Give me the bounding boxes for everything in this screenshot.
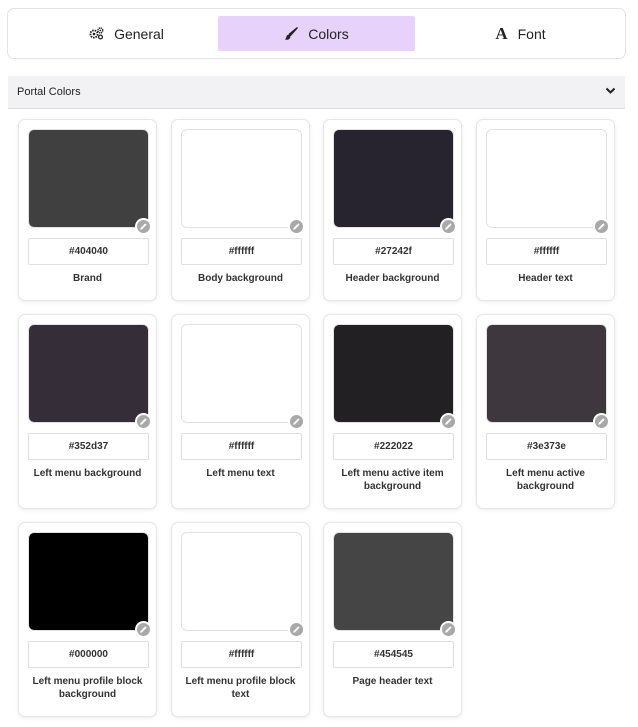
color-label: Left menu background	[33, 468, 142, 479]
pencil-icon[interactable]	[288, 413, 305, 430]
color-label: Page header text	[352, 676, 433, 687]
color-swatch[interactable]	[181, 129, 302, 228]
color-swatch[interactable]	[28, 324, 149, 423]
hex-input[interactable]	[486, 433, 607, 460]
color-card: Header background	[323, 119, 462, 301]
color-card: Left menu profile block text	[171, 522, 310, 717]
color-label: Left menu active item background	[341, 468, 444, 492]
color-swatch[interactable]	[181, 324, 302, 423]
color-swatch[interactable]	[28, 532, 149, 631]
tab-general[interactable]: General	[28, 16, 225, 51]
hex-input[interactable]	[28, 433, 149, 460]
color-label: Header text	[518, 273, 573, 284]
hex-input[interactable]	[333, 641, 454, 668]
color-swatch[interactable]	[181, 532, 302, 631]
portal-colors-section-header[interactable]: Portal Colors	[8, 76, 625, 109]
color-label: Body background	[197, 273, 283, 284]
tab-general-label: General	[114, 25, 164, 42]
color-card: Left menu active item background	[323, 314, 462, 509]
color-swatch[interactable]	[28, 129, 149, 228]
color-label: Left menu profile block text	[185, 676, 296, 700]
font-icon: A	[495, 23, 508, 43]
color-swatch[interactable]	[333, 324, 454, 423]
pencil-icon[interactable]	[440, 413, 457, 430]
color-card: Left menu background	[18, 314, 157, 509]
paintbrush-icon	[284, 26, 299, 41]
color-swatch[interactable]	[333, 129, 454, 228]
tab-colors-label: Colors	[308, 25, 349, 42]
pencil-icon[interactable]	[593, 413, 610, 430]
hex-input[interactable]	[181, 238, 302, 265]
hex-input[interactable]	[333, 238, 454, 265]
hex-input[interactable]	[181, 433, 302, 460]
color-card: Brand	[18, 119, 157, 301]
section-title: Portal Colors	[17, 86, 81, 98]
tab-font[interactable]: A Font	[422, 16, 619, 51]
hex-input[interactable]	[486, 238, 607, 265]
hex-input[interactable]	[333, 433, 454, 460]
pencil-icon[interactable]	[135, 218, 152, 235]
hex-input[interactable]	[28, 641, 149, 668]
color-card: Page header text	[323, 522, 462, 717]
color-swatch[interactable]	[333, 532, 454, 631]
pencil-icon[interactable]	[135, 413, 152, 430]
color-label: Left menu profile block background	[32, 676, 143, 700]
chevron-down-icon	[605, 86, 616, 98]
color-card: Body background	[171, 119, 310, 301]
pencil-icon[interactable]	[440, 218, 457, 235]
hex-input[interactable]	[181, 641, 302, 668]
color-card: Left menu profile block background	[18, 522, 157, 717]
color-card: Header text	[476, 119, 615, 301]
pencil-icon[interactable]	[288, 218, 305, 235]
pencil-icon[interactable]	[593, 218, 610, 235]
color-swatch[interactable]	[486, 129, 607, 228]
color-card: Left menu text	[171, 314, 310, 509]
color-swatch[interactable]	[486, 324, 607, 423]
color-label: Left menu active background	[506, 468, 585, 492]
color-label: Left menu text	[206, 468, 275, 479]
pencil-icon[interactable]	[135, 621, 152, 638]
color-card: Left menu active background	[476, 314, 615, 509]
tab-colors[interactable]: Colors	[218, 16, 415, 51]
pencil-icon[interactable]	[288, 621, 305, 638]
tab-font-label: Font	[517, 25, 546, 42]
color-label: Brand	[73, 273, 102, 284]
pencil-icon[interactable]	[440, 621, 457, 638]
settings-tabbar: General Colors A Font	[7, 8, 626, 59]
hex-input[interactable]	[28, 238, 149, 265]
color-label: Header background	[345, 273, 440, 284]
gears-icon	[89, 27, 104, 40]
